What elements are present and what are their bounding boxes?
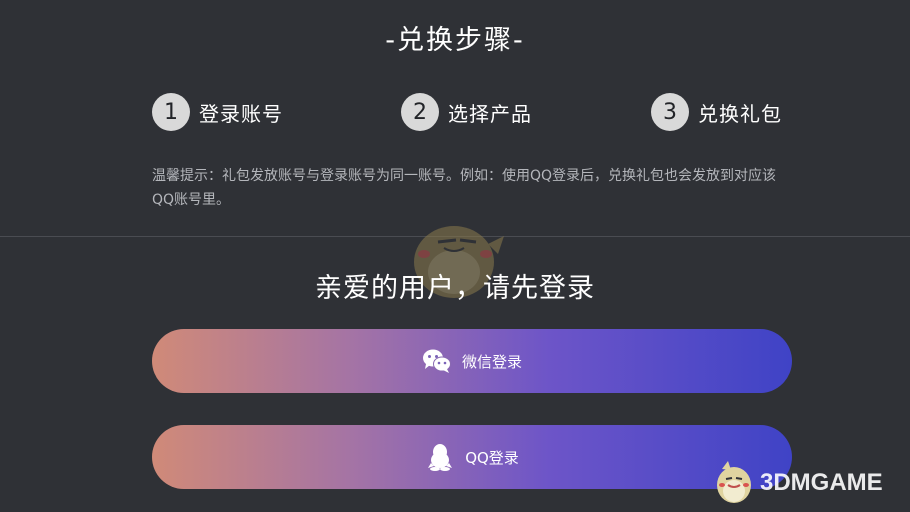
step-1: 1 登录账号: [152, 92, 283, 132]
login-title: 亲爱的用户，请先登录: [315, 273, 595, 304]
wechat-icon: [422, 346, 452, 376]
qq-login-label: QQ登录: [465, 448, 519, 467]
redeem-page: -兑换步骤- 1 登录账号 2 选择产品 3 兑换礼包 温馨提示：礼包发放账号与…: [0, 0, 910, 512]
tip-text: 温馨提示：礼包发放账号与登录账号为同一账号。例如：使用QQ登录后，兑换礼包也会发…: [152, 168, 777, 208]
qq-penguin-icon: [425, 442, 455, 472]
watermark-logo: 3DMGAME: [712, 458, 902, 508]
step-label: 选择产品: [448, 101, 532, 126]
step-label: 兑换礼包: [698, 101, 782, 126]
step-label: 登录账号: [199, 101, 283, 126]
qq-login-button[interactable]: QQ登录: [152, 425, 792, 489]
step-number-badge: 1: [152, 93, 190, 131]
watermark-text: 3DMGAME: [760, 469, 883, 496]
step-2: 2 选择产品: [401, 92, 532, 132]
step-3: 3 兑换礼包: [651, 92, 782, 132]
wechat-login-label: 微信登录: [461, 352, 522, 371]
steps-row: 1 登录账号 2 选择产品 3 兑换礼包: [0, 92, 910, 132]
section-title: -兑换步骤-: [385, 25, 525, 56]
wechat-login-button[interactable]: 微信登录: [152, 329, 792, 393]
step-number-badge: 3: [651, 93, 689, 131]
step-number-badge: 2: [401, 93, 439, 131]
watermark-bird-icon: [717, 461, 751, 503]
